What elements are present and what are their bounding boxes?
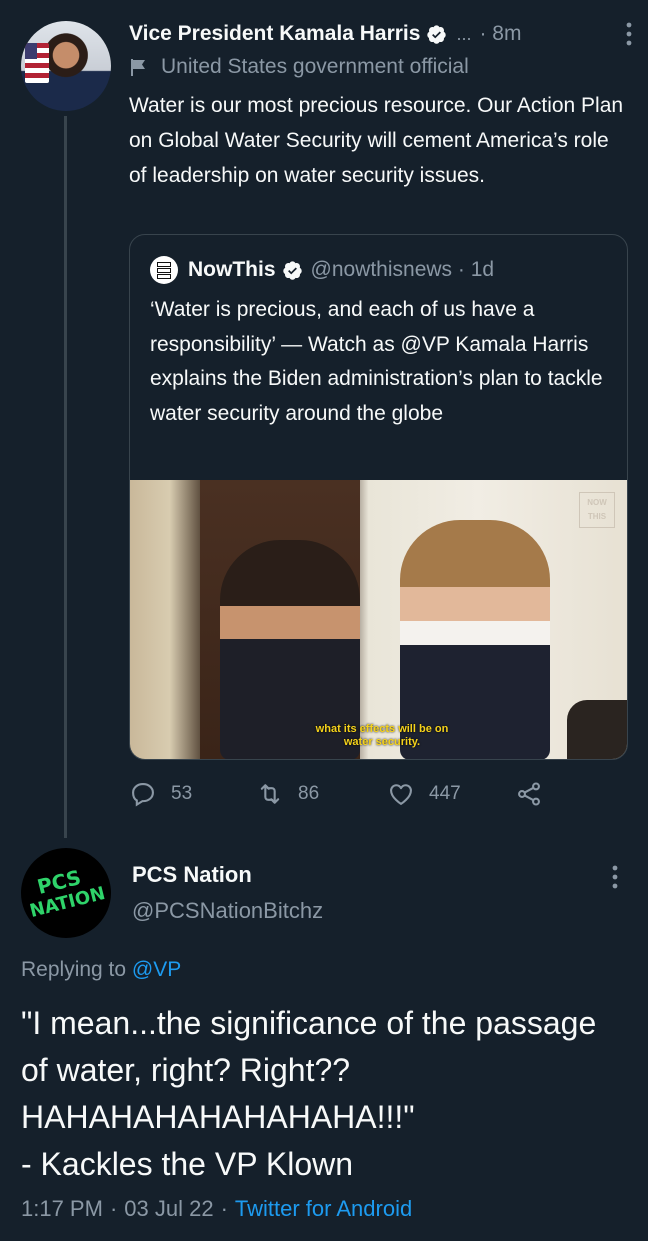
tweet-time[interactable]: · 8m	[479, 22, 521, 46]
quote-avatar	[150, 256, 178, 284]
reply-author-handle[interactable]: @PCSNationBitchz	[132, 898, 323, 924]
more-options-icon[interactable]	[624, 20, 634, 48]
heart-icon	[390, 784, 412, 805]
reply-count: 53	[171, 783, 193, 804]
nowthis-watermark: NOW THIS	[579, 492, 615, 528]
retweet-button[interactable]: 86	[256, 780, 319, 808]
reply-source-link[interactable]: Twitter for Android	[235, 1196, 412, 1222]
share-button[interactable]	[515, 780, 557, 808]
video-caption: what its effects will be on water securi…	[315, 723, 449, 748]
reply-time: 1:17 PM	[21, 1196, 103, 1221]
author-avatar[interactable]	[21, 21, 111, 111]
reply-date: 03 Jul 22	[124, 1196, 214, 1221]
label-text: United States government official	[161, 55, 469, 78]
reply-author-name[interactable]: PCS Nation	[132, 862, 252, 888]
thread-connector-line	[64, 116, 67, 838]
quote-text: ‘Water is precious, and each of us have …	[150, 298, 603, 425]
government-label[interactable]: United States government official	[129, 53, 469, 81]
verified-badge-icon	[427, 24, 447, 44]
share-icon	[518, 782, 540, 806]
quote-header: NowThis @nowthisnews · 1d	[150, 255, 494, 285]
tweet-header: Vice President Kamala Harris ... · 8m	[129, 18, 634, 50]
reply-text: "I mean...the significance of the passag…	[21, 1005, 597, 1182]
replying-to: Replying to @VP	[21, 958, 182, 981]
tweet-text: Water is our most precious resource. Our…	[129, 94, 624, 187]
quote-video-thumbnail[interactable]: NOW THIS what its effects will be on wat…	[130, 480, 627, 759]
retweet-icon	[260, 784, 280, 804]
replying-to-mention[interactable]: @VP	[132, 958, 181, 981]
more-options-icon[interactable]	[610, 863, 620, 891]
like-count: 447	[429, 783, 461, 804]
reply-author-avatar[interactable]: PCS NATION	[21, 848, 111, 938]
reply-meta: 1:17 PM · 03 Jul 22 · Twitter for Androi…	[21, 1196, 413, 1222]
flag-icon	[131, 59, 145, 76]
author-name[interactable]: Vice President Kamala Harris	[129, 22, 420, 46]
truncation-ellipsis: ...	[456, 23, 472, 44]
reply-button[interactable]: 53	[129, 780, 192, 808]
quote-tweet-card[interactable]: NowThis @nowthisnews · 1d ‘Water is prec…	[129, 234, 628, 760]
quote-handle-time: @nowthisnews · 1d	[310, 258, 495, 281]
like-button[interactable]: 447	[387, 780, 461, 808]
reply-icon	[132, 783, 154, 807]
verified-badge-icon	[282, 260, 302, 280]
flag-image	[25, 43, 49, 83]
retweet-count: 86	[298, 783, 320, 804]
quote-author-name: NowThis	[188, 258, 276, 281]
